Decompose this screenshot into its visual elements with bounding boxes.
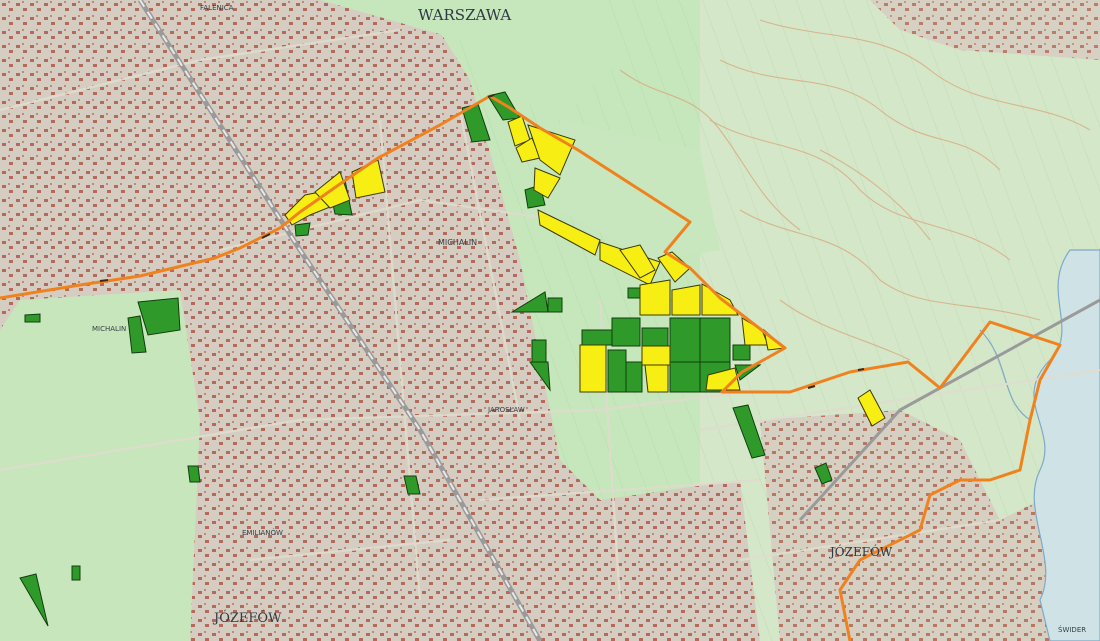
- green-parcel: [625, 361, 643, 393]
- green-parcel: [71, 565, 81, 581]
- label-jozefow-east: JÓZEFÓW: [828, 543, 893, 559]
- map-canvas[interactable]: WARSZAWA JÓZEFÓW JÓZEFÓW MICHALIN MICHAL…: [0, 0, 1100, 641]
- green-parcel: [294, 222, 311, 237]
- green-parcel: [547, 297, 563, 313]
- green-parcel: [732, 344, 751, 361]
- green-parcel: [669, 361, 701, 393]
- yellow-parcel: [641, 345, 671, 366]
- yellow-parcel: [579, 344, 607, 393]
- yellow-parcel: [671, 284, 701, 316]
- label-michalin-west: MICHALIN: [92, 325, 126, 333]
- green-parcel: [699, 317, 731, 363]
- green-parcel: [611, 317, 641, 347]
- green-parcel: [24, 313, 41, 323]
- label-jaroslaw: JAROSŁAW: [487, 406, 525, 414]
- green-parcel: [187, 465, 201, 483]
- green-parcel: [669, 317, 701, 363]
- label-swider: ŚWIDER: [1058, 625, 1086, 634]
- label-emilianow: EMILIANÓW: [242, 528, 283, 537]
- label-jozefow-main: JÓZEFÓW: [212, 609, 282, 626]
- label-falenica: FALENICA: [200, 4, 234, 12]
- green-parcel: [531, 339, 547, 363]
- green-parcel: [627, 287, 641, 299]
- topographic-map[interactable]: WARSZAWA JÓZEFÓW JÓZEFÓW MICHALIN MICHAL…: [0, 0, 1100, 641]
- green-parcel: [641, 327, 669, 347]
- label-warszawa: WARSZAWA: [418, 6, 511, 24]
- yellow-parcel: [639, 279, 671, 316]
- green-parcel: [581, 329, 613, 346]
- label-michalin: MICHALIN: [438, 238, 477, 247]
- green-parcel: [607, 349, 627, 393]
- yellow-parcel: [644, 364, 669, 393]
